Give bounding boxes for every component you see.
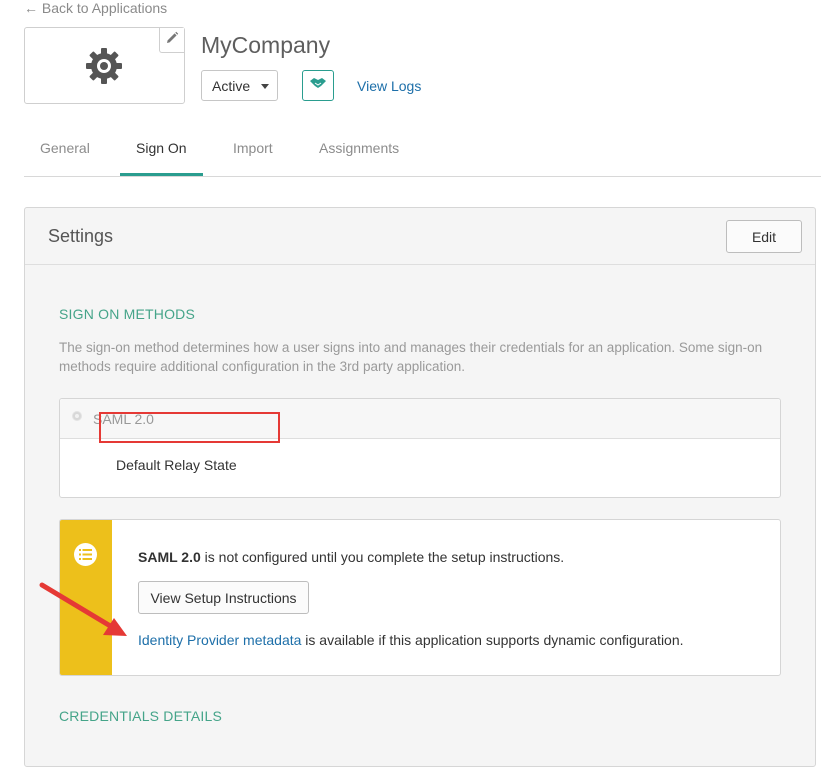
notice-bar	[60, 520, 112, 675]
edit-button[interactable]: Edit	[726, 220, 802, 253]
saml-option: SAML 2.0	[60, 399, 780, 439]
saml-method-box: SAML 2.0 Default Relay State	[59, 398, 781, 498]
settings-header: Settings Edit	[25, 208, 815, 265]
identity-provider-metadata-link[interactable]: Identity Provider metadata	[138, 632, 301, 648]
sign-on-description: The sign-on method determines how a user…	[59, 340, 763, 374]
saml-radio	[72, 411, 82, 421]
app-logo	[24, 27, 185, 104]
caret-down-icon	[261, 84, 269, 89]
active-tab-indicator	[120, 173, 203, 176]
credentials-details-heading: CREDENTIALS DETAILS	[59, 708, 223, 724]
app-tabs: General Sign On Import Assignments	[24, 128, 821, 177]
tab-sign-on[interactable]: Sign On	[136, 140, 187, 156]
metadata-message: Identity Provider metadata is available …	[138, 632, 684, 648]
tab-import[interactable]: Import	[233, 140, 273, 156]
pencil-icon	[165, 31, 179, 50]
notice-text: is not configured until you complete the…	[200, 549, 565, 565]
list-icon	[74, 543, 97, 566]
setup-notice: SAML 2.0 is not configured until you com…	[59, 519, 781, 676]
notice-message: SAML 2.0 is not configured until you com…	[138, 549, 564, 565]
status-dropdown[interactable]: Active	[201, 70, 278, 101]
settings-title: Settings	[48, 226, 114, 246]
settings-panel: Settings Edit SIGN ON METHODS The sign-o…	[24, 207, 816, 767]
status-value: Active	[212, 77, 251, 94]
gear-icon	[84, 46, 124, 91]
tab-general[interactable]: General	[40, 140, 90, 156]
view-setup-instructions-button[interactable]: View Setup Instructions	[138, 581, 309, 614]
metadata-text: is available if this application support…	[301, 632, 684, 648]
back-to-applications-link[interactable]: ← Back to Applications	[24, 0, 167, 16]
push-groups-button[interactable]	[302, 70, 334, 101]
notice-method-name: SAML 2.0	[138, 549, 201, 565]
view-logs-link[interactable]: View Logs	[357, 78, 421, 94]
edit-logo-button[interactable]	[159, 28, 184, 53]
tab-assignments[interactable]: Assignments	[319, 140, 399, 156]
app-title: MyCompany	[201, 32, 331, 58]
relay-state-label: Default Relay State	[116, 457, 237, 473]
handshake-icon	[309, 76, 327, 95]
sign-on-methods-heading: SIGN ON METHODS	[59, 306, 196, 322]
saml-label: SAML 2.0	[93, 411, 154, 427]
